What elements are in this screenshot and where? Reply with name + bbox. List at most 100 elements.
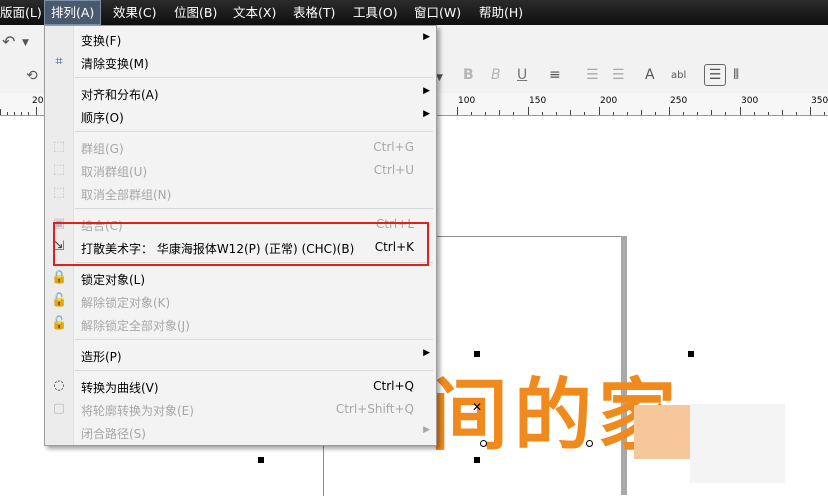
ruler-tick xyxy=(584,112,585,115)
ruler-tick xyxy=(824,112,825,115)
ruler-tick xyxy=(810,107,811,115)
ruler-label: 200 xyxy=(600,96,618,106)
menu-arrange[interactable]: 排列(A) xyxy=(44,0,101,25)
menu-item-label: 顺序(O) xyxy=(81,111,124,125)
undo-dropdown-icon[interactable]: ▼ xyxy=(22,35,29,51)
menu-item-lock-object[interactable]: 🔒 锁定对象(L) xyxy=(45,267,436,290)
ruler-tick xyxy=(613,112,614,115)
menu-item-align-distribute[interactable]: 对齐和分布(A) ▶ xyxy=(45,82,436,105)
rotation-node[interactable] xyxy=(480,440,487,447)
menu-separator xyxy=(75,370,433,371)
menu-item-transformations[interactable]: 变换(F) ▶ xyxy=(45,28,436,51)
menu-item-shortcut: Ctrl+Shift+Q xyxy=(335,402,414,416)
ruler-tick xyxy=(768,112,769,115)
ruler-tick xyxy=(513,112,514,115)
orange-shape[interactable] xyxy=(634,405,690,459)
menu-item-group[interactable]: ⬚ 群组(G) Ctrl+G xyxy=(45,136,436,159)
ruler-tick xyxy=(14,112,15,115)
ruler-tick xyxy=(627,112,628,115)
menu-item-label: 闭合路径(S) xyxy=(81,427,146,441)
bullet-list-icon[interactable]: ☰ xyxy=(586,67,599,83)
ruler-tick xyxy=(7,112,8,115)
menu-item-unlock-all[interactable]: 🔓 解除锁定全部对象(J) xyxy=(45,313,436,336)
menu-bitmaps[interactable]: 位图(B) xyxy=(174,0,217,25)
menu-item-shortcut: Ctrl+U xyxy=(373,163,414,177)
menu-separator xyxy=(75,339,433,340)
horizontal-text-icon[interactable]: ☰ xyxy=(704,64,726,86)
ruler-tick xyxy=(0,109,1,115)
menu-window[interactable]: 窗口(W) xyxy=(414,0,461,25)
selection-handle[interactable] xyxy=(474,351,480,357)
menu-effects[interactable]: 效果(C) xyxy=(113,0,156,25)
ruler-tick xyxy=(683,112,684,115)
ruler-label: 100 xyxy=(458,96,476,106)
submenu-arrow-icon: ▶ xyxy=(423,348,430,358)
character-formatting-icon[interactable]: A xyxy=(645,67,655,83)
menu-item-outline-to-object[interactable]: ▢ 将轮廓转换为对象(E) Ctrl+Shift+Q xyxy=(45,398,436,421)
menu-text[interactable]: 文本(X) xyxy=(233,0,276,25)
menu-tools[interactable]: 工具(O) xyxy=(353,0,398,25)
ruler-tick xyxy=(754,112,755,115)
ruler-tick xyxy=(599,107,600,115)
gray-shape[interactable] xyxy=(690,404,785,483)
rotation-node[interactable] xyxy=(586,440,593,447)
menu-item-ungroup-all[interactable]: ⬚ 取消全部群组(N) xyxy=(45,182,436,205)
outline-to-object-icon: ▢ xyxy=(52,401,66,416)
menu-item-label: 群组(G) xyxy=(81,142,124,156)
ruler-tick xyxy=(782,110,783,115)
menu-item-shortcut: Ctrl+Q xyxy=(373,379,414,393)
ruler-label: 350 xyxy=(811,96,828,106)
ruler-tick xyxy=(471,112,472,115)
ruler-tick xyxy=(528,107,529,115)
ruler-tick xyxy=(21,112,22,115)
ruler-tick xyxy=(485,112,486,115)
submenu-arrow-icon: ▶ xyxy=(423,425,430,435)
ruler-tick xyxy=(740,107,741,115)
undo-icon[interactable]: ↶ xyxy=(2,34,15,50)
menu-item-unlock-object[interactable]: 🔓 解除锁定对象(K) xyxy=(45,290,436,313)
menu-table[interactable]: 表格(T) xyxy=(293,0,335,25)
submenu-arrow-icon: ▶ xyxy=(423,109,430,119)
italic-icon[interactable]: B xyxy=(491,67,501,83)
ruler-label: 300 xyxy=(741,96,759,106)
ruler-tick xyxy=(697,112,698,115)
underline-icon[interactable]: U xyxy=(517,67,527,83)
vertical-text-icon[interactable]: ⦀ xyxy=(733,67,739,83)
ungroup-all-icon: ⬚ xyxy=(52,185,66,200)
ruler-tick xyxy=(641,110,642,115)
menu-item-convert-to-curves[interactable]: ◌ 转换为曲线(V) Ctrl+Q xyxy=(45,375,436,398)
ruler-tick xyxy=(725,112,726,115)
ruler-tick xyxy=(542,112,543,115)
ruler-tick xyxy=(796,112,797,115)
menu-item-label: 取消群组(U) xyxy=(81,165,148,179)
menu-item-close-path[interactable]: 闭合路径(S) ▶ xyxy=(45,421,436,444)
bold-icon[interactable]: B xyxy=(463,67,474,83)
selection-handle[interactable] xyxy=(688,351,694,357)
text-alignment-icon[interactable]: ≡ xyxy=(549,67,561,83)
menu-layout[interactable]: 版面(L) xyxy=(0,0,42,25)
edit-text-icon[interactable]: abl xyxy=(671,68,686,84)
ruler-tick xyxy=(669,107,670,115)
submenu-arrow-icon: ▶ xyxy=(423,32,430,42)
ruler-tick xyxy=(556,112,557,115)
menu-item-ungroup[interactable]: ⬚ 取消群组(U) Ctrl+U xyxy=(45,159,436,182)
font-size-dropdown-icon[interactable]: ▼ xyxy=(436,70,443,86)
selection-handle[interactable] xyxy=(258,457,264,463)
drop-cap-icon[interactable]: ☰ xyxy=(612,67,625,83)
rotate-icon[interactable]: ⟲ xyxy=(26,68,38,84)
center-marker-icon[interactable]: ✕ xyxy=(472,399,482,415)
menu-item-clear-transformations[interactable]: ⌗ 清除变换(M) xyxy=(45,51,436,74)
lock-icon: 🔒 xyxy=(51,270,68,285)
menu-item-shaping[interactable]: 造形(P) ▶ xyxy=(45,344,436,367)
menu-item-label: 清除变换(M) xyxy=(81,57,149,71)
group-icon: ⬚ xyxy=(52,139,66,154)
submenu-arrow-icon: ▶ xyxy=(423,86,430,96)
menu-item-label: 造形(P) xyxy=(81,350,122,364)
clear-transform-icon: ⌗ xyxy=(55,54,63,69)
ruler-label: 250 xyxy=(670,96,688,106)
unlock-icon: 🔓 xyxy=(51,293,68,308)
menu-separator xyxy=(75,208,433,209)
menu-item-order[interactable]: 顺序(O) ▶ xyxy=(45,105,436,128)
menu-help[interactable]: 帮助(H) xyxy=(479,0,523,25)
selection-handle[interactable] xyxy=(474,457,480,463)
